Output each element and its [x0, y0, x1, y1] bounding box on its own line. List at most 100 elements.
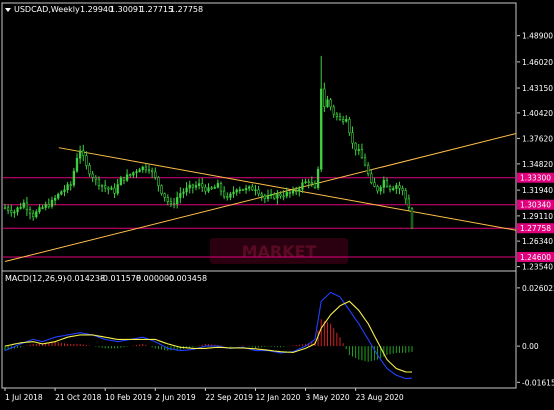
candle-bear — [201, 183, 204, 188]
candle-bull — [382, 179, 385, 188]
candle-bear — [107, 187, 110, 190]
candle-bear — [3, 207, 7, 210]
candle-bull — [395, 185, 398, 189]
price-level-tag-label: 1.24600 — [520, 253, 551, 262]
candle-bear — [25, 202, 29, 210]
candle-bull — [316, 168, 320, 188]
time-tick-label: 22 Sep 2019 — [205, 393, 253, 402]
price-tick-label: 1.26340 — [522, 237, 553, 246]
candle-bear — [160, 185, 163, 194]
candle-bear — [129, 174, 132, 177]
candle-bear — [360, 149, 364, 159]
price-tick-label: 1.29110 — [522, 212, 553, 221]
time-tick-label: 1 Jul 2018 — [5, 393, 43, 402]
candle-bear — [169, 201, 173, 205]
candle-bull — [125, 174, 129, 181]
candle-bull — [60, 191, 63, 195]
ohlc-close: 1.27758 — [170, 5, 203, 14]
candle-bear — [166, 197, 169, 202]
candle-bear — [323, 88, 326, 107]
candle-bear — [88, 165, 91, 175]
candle-bear — [260, 193, 263, 197]
candle-bear — [351, 132, 354, 144]
symbol-label: USDCAD,Weekly — [14, 5, 80, 14]
candle-bear — [157, 177, 160, 187]
macd-value-2: -0.011578 — [100, 274, 141, 283]
candle-bull — [298, 188, 301, 192]
price-tick-label: 1.40420 — [522, 109, 553, 118]
candle-bull — [138, 169, 141, 172]
price-tick-label: 1.31940 — [522, 186, 553, 195]
candle-bull — [119, 177, 122, 185]
candle-bull — [141, 166, 144, 171]
candle-bull — [179, 193, 182, 198]
candle-bull — [57, 193, 60, 199]
candle-bull — [194, 185, 198, 188]
candle-bull — [188, 184, 191, 189]
candle-bear — [279, 193, 282, 197]
candle-bear — [376, 186, 379, 192]
candle-bull — [44, 204, 47, 208]
candle-bear — [147, 169, 151, 172]
price-level-tag-label: 1.30340 — [520, 201, 551, 210]
time-tick-label: 12 Jan 2020 — [255, 393, 300, 402]
candle-bull — [326, 99, 329, 107]
candle-bear — [219, 183, 223, 192]
candle-bear — [91, 173, 94, 178]
candle-bear — [69, 184, 72, 186]
chart-canvas[interactable]: MARKET 1.33300 1.30340 1.27758 1.24600 1.48… — [0, 0, 554, 406]
candle-bear — [144, 166, 148, 171]
chart-window: MARKET 1.33300 1.30340 1.27758 1.24600 1.48… — [0, 0, 554, 406]
candle-bull — [41, 207, 44, 209]
candle-bear — [113, 187, 116, 194]
candle-bear — [310, 182, 313, 184]
candle-bear — [47, 204, 50, 207]
candle-bull — [229, 193, 232, 198]
candle-bull — [13, 211, 16, 214]
price-level-tag-label: 1.33300 — [520, 174, 551, 183]
candle-bull — [135, 171, 138, 173]
candle-bear — [385, 179, 389, 187]
candle-bull — [357, 149, 360, 151]
price-tick-label: 1.37620 — [522, 134, 553, 143]
candle-bear — [204, 186, 207, 192]
candle-bear — [404, 190, 407, 200]
candle-bear — [97, 178, 101, 186]
candle-bull — [38, 207, 41, 213]
macd-tick-label: 0.026023 — [522, 284, 554, 293]
candle-bull — [19, 207, 22, 209]
candle-bull — [392, 188, 395, 191]
candle-bear — [363, 157, 367, 166]
candle-bull — [301, 182, 304, 190]
candle-bull — [50, 199, 54, 207]
candle-bull — [75, 157, 79, 172]
macd-value-4: -0.003458 — [166, 274, 207, 283]
candle-bear — [282, 195, 285, 198]
candle-bull — [207, 187, 210, 192]
ohlc-high: 1.30091 — [110, 5, 143, 14]
candle-bull — [345, 119, 348, 122]
candle-bull — [185, 187, 188, 193]
candle-bull — [63, 189, 66, 192]
macd-label: MACD(12,26,9) — [5, 274, 66, 283]
time-tick-label: 10 Feb 2019 — [105, 393, 152, 402]
candle-bear — [28, 209, 32, 214]
candle-bear — [94, 177, 97, 180]
candle-bull — [235, 189, 238, 193]
candle-bull — [320, 88, 323, 170]
candle-bear — [85, 155, 88, 166]
candle-bull — [213, 187, 216, 189]
macd-tick-label: 0.00 — [522, 342, 539, 351]
candle-bull — [176, 197, 179, 205]
candle-bear — [373, 182, 376, 187]
candle-bear — [273, 194, 276, 199]
macd-tick-label: -0.016155 — [522, 378, 554, 387]
candle-bull — [244, 187, 248, 191]
price-tick-label: 1.48900 — [522, 32, 553, 41]
candle-bear — [335, 113, 339, 117]
price-level-tag-label: 1.27758 — [520, 224, 551, 233]
candle-bear — [401, 188, 404, 191]
candle-bear — [367, 164, 370, 175]
price-tick-label: 1.46020 — [522, 58, 553, 67]
candle-bull — [254, 189, 257, 192]
